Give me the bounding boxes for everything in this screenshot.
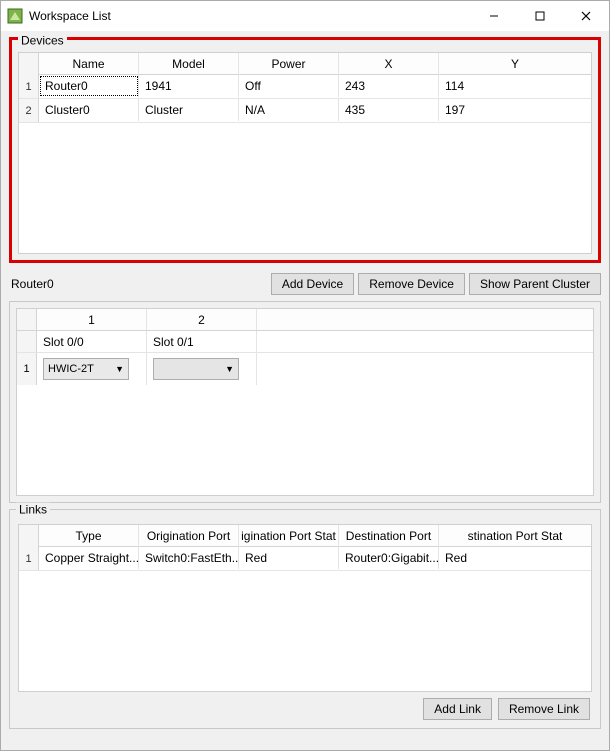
devices-col-model[interactable]: Model [139,53,239,75]
links-col-dest-status[interactable]: stination Port Stat [439,525,591,547]
devices-group: Devices Name Model Power X Y 1 Router0 1… [9,37,601,263]
links-col-orig-port[interactable]: Origination Port [139,525,239,547]
cell-model[interactable]: 1941 [139,75,239,97]
cell-orig-status[interactable]: Red [239,547,339,569]
titlebar: Workspace List [1,1,609,31]
links-col-dest-port[interactable]: Destination Port [339,525,439,547]
cell-y[interactable]: 197 [439,99,591,121]
maximize-button[interactable] [517,1,563,31]
row-number: 1 [19,547,39,570]
devices-col-name[interactable]: Name [39,53,139,75]
cell-model[interactable]: Cluster [139,99,239,121]
row-number: 2 [19,99,39,122]
cell-dest-status[interactable]: Red [439,547,591,569]
cell-name[interactable]: Router0 [39,75,139,97]
devices-group-label: Devices [18,34,67,48]
add-link-button[interactable]: Add Link [423,698,492,720]
links-table-header: Type Origination Port igination Port Sta… [19,525,591,547]
cell-x[interactable]: 435 [339,99,439,121]
slots-table[interactable]: 1 2 Slot 0/0 Slot 0/1 1 HWIC-2T ▼ [16,308,594,496]
links-group-label: Links [16,503,50,517]
app-icon [7,8,23,24]
cell-name[interactable]: Cluster0 [39,99,139,121]
slots-row-number: 1 [17,353,37,385]
slot-0-0-value: HWIC-2T [48,363,94,375]
slots-group: 1 2 Slot 0/0 Slot 0/1 1 HWIC-2T ▼ [9,301,601,503]
add-device-button[interactable]: Add Device [271,273,354,295]
cell-dest-port[interactable]: Router0:Gigabit... [339,547,439,569]
devices-table-header: Name Model Power X Y [19,53,591,75]
devices-col-y[interactable]: Y [439,53,591,75]
chevron-down-icon: ▼ [225,364,234,374]
row-number: 1 [19,75,39,98]
table-row[interactable]: 1 Copper Straight... Switch0:FastEth... … [19,547,591,571]
links-col-orig-status[interactable]: igination Port Stat [239,525,339,547]
devices-col-power[interactable]: Power [239,53,339,75]
devices-table[interactable]: Name Model Power X Y 1 Router0 1941 Off … [18,52,592,254]
slots-col-1[interactable]: 1 [37,309,147,330]
slot-0-0-select[interactable]: HWIC-2T ▼ [43,358,129,380]
cell-power[interactable]: N/A [239,99,339,121]
show-parent-cluster-button[interactable]: Show Parent Cluster [469,273,601,295]
table-row[interactable]: 2 Cluster0 Cluster N/A 435 197 [19,99,591,123]
cell-orig-port[interactable]: Switch0:FastEth... [139,547,239,569]
cell-x[interactable]: 243 [339,75,439,97]
links-toolbar: Add Link Remove Link [18,692,592,720]
slot-label-0: Slot 0/0 [37,331,147,352]
table-row[interactable]: 1 Router0 1941 Off 243 114 [19,75,591,99]
devices-col-x[interactable]: X [339,53,439,75]
cell-type[interactable]: Copper Straight... [39,547,139,569]
links-col-type[interactable]: Type [39,525,139,547]
slot-label-1: Slot 0/1 [147,331,257,352]
selected-device-label: Router0 [9,277,54,291]
cell-y[interactable]: 114 [439,75,591,97]
close-button[interactable] [563,1,609,31]
links-table[interactable]: Type Origination Port igination Port Sta… [18,524,592,692]
remove-device-button[interactable]: Remove Device [358,273,465,295]
slot-0-1-select[interactable]: ▼ [153,358,239,380]
cell-power[interactable]: Off [239,75,339,97]
slots-col-2[interactable]: 2 [147,309,257,330]
remove-link-button[interactable]: Remove Link [498,698,590,720]
devices-toolbar: Router0 Add Device Remove Device Show Pa… [9,269,601,295]
links-group: Links Type Origination Port igination Po… [9,509,601,729]
workspace-list-window: Workspace List Devices Name Model Power … [0,0,610,751]
window-title: Workspace List [29,9,111,23]
chevron-down-icon: ▼ [115,364,124,374]
minimize-button[interactable] [471,1,517,31]
